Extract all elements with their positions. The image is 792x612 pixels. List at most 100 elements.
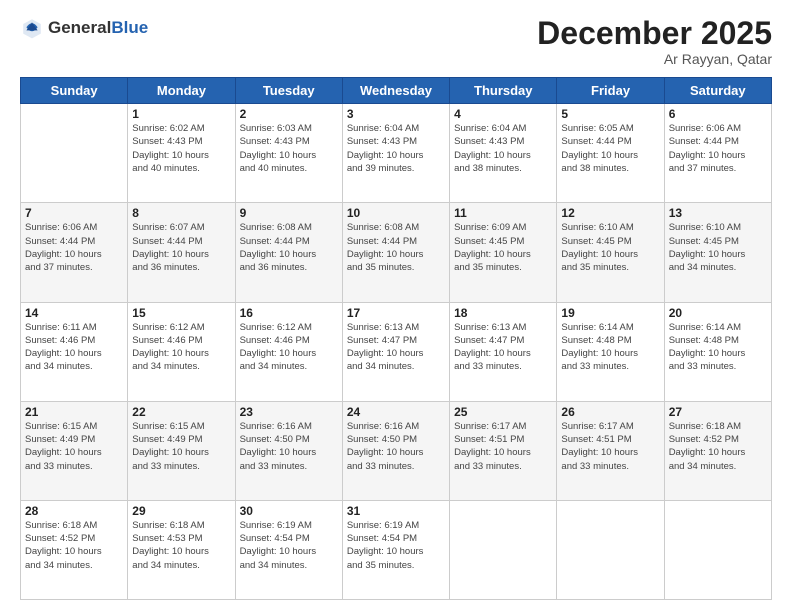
day-info: Sunrise: 6:18 AM Sunset: 4:52 PM Dayligh…	[669, 420, 767, 473]
day-number: 15	[132, 306, 230, 320]
calendar-cell: 27Sunrise: 6:18 AM Sunset: 4:52 PM Dayli…	[664, 401, 771, 500]
day-number: 25	[454, 405, 552, 419]
day-number: 7	[25, 206, 123, 220]
day-info: Sunrise: 6:13 AM Sunset: 4:47 PM Dayligh…	[454, 321, 552, 374]
calendar-cell	[450, 500, 557, 599]
day-number: 6	[669, 107, 767, 121]
calendar-cell: 25Sunrise: 6:17 AM Sunset: 4:51 PM Dayli…	[450, 401, 557, 500]
day-number: 5	[561, 107, 659, 121]
logo-icon	[20, 16, 44, 40]
col-friday: Friday	[557, 78, 664, 104]
subtitle: Ar Rayyan, Qatar	[537, 51, 772, 67]
day-info: Sunrise: 6:18 AM Sunset: 4:52 PM Dayligh…	[25, 519, 123, 572]
day-number: 26	[561, 405, 659, 419]
day-info: Sunrise: 6:13 AM Sunset: 4:47 PM Dayligh…	[347, 321, 445, 374]
header: GeneralBlue December 2025 Ar Rayyan, Qat…	[20, 16, 772, 67]
calendar-week-1: 1Sunrise: 6:02 AM Sunset: 4:43 PM Daylig…	[21, 104, 772, 203]
day-number: 19	[561, 306, 659, 320]
day-info: Sunrise: 6:06 AM Sunset: 4:44 PM Dayligh…	[25, 221, 123, 274]
day-info: Sunrise: 6:12 AM Sunset: 4:46 PM Dayligh…	[240, 321, 338, 374]
col-monday: Monday	[128, 78, 235, 104]
day-info: Sunrise: 6:14 AM Sunset: 4:48 PM Dayligh…	[669, 321, 767, 374]
col-thursday: Thursday	[450, 78, 557, 104]
day-number: 22	[132, 405, 230, 419]
day-number: 1	[132, 107, 230, 121]
calendar-header-row: Sunday Monday Tuesday Wednesday Thursday…	[21, 78, 772, 104]
month-title: December 2025	[537, 16, 772, 51]
calendar-cell: 19Sunrise: 6:14 AM Sunset: 4:48 PM Dayli…	[557, 302, 664, 401]
day-info: Sunrise: 6:17 AM Sunset: 4:51 PM Dayligh…	[454, 420, 552, 473]
day-number: 14	[25, 306, 123, 320]
day-number: 21	[25, 405, 123, 419]
col-tuesday: Tuesday	[235, 78, 342, 104]
day-number: 9	[240, 206, 338, 220]
day-number: 4	[454, 107, 552, 121]
calendar-cell: 13Sunrise: 6:10 AM Sunset: 4:45 PM Dayli…	[664, 203, 771, 302]
day-info: Sunrise: 6:05 AM Sunset: 4:44 PM Dayligh…	[561, 122, 659, 175]
day-number: 30	[240, 504, 338, 518]
calendar-cell: 20Sunrise: 6:14 AM Sunset: 4:48 PM Dayli…	[664, 302, 771, 401]
calendar-cell	[664, 500, 771, 599]
day-info: Sunrise: 6:10 AM Sunset: 4:45 PM Dayligh…	[669, 221, 767, 274]
calendar-cell: 7Sunrise: 6:06 AM Sunset: 4:44 PM Daylig…	[21, 203, 128, 302]
logo-general: General	[48, 18, 111, 37]
calendar-cell: 24Sunrise: 6:16 AM Sunset: 4:50 PM Dayli…	[342, 401, 449, 500]
calendar-cell: 9Sunrise: 6:08 AM Sunset: 4:44 PM Daylig…	[235, 203, 342, 302]
day-number: 13	[669, 206, 767, 220]
day-number: 10	[347, 206, 445, 220]
day-number: 11	[454, 206, 552, 220]
day-info: Sunrise: 6:19 AM Sunset: 4:54 PM Dayligh…	[240, 519, 338, 572]
day-number: 16	[240, 306, 338, 320]
calendar-cell: 2Sunrise: 6:03 AM Sunset: 4:43 PM Daylig…	[235, 104, 342, 203]
day-info: Sunrise: 6:04 AM Sunset: 4:43 PM Dayligh…	[454, 122, 552, 175]
day-info: Sunrise: 6:10 AM Sunset: 4:45 PM Dayligh…	[561, 221, 659, 274]
calendar-cell: 4Sunrise: 6:04 AM Sunset: 4:43 PM Daylig…	[450, 104, 557, 203]
logo-blue: Blue	[111, 18, 148, 37]
calendar-cell: 1Sunrise: 6:02 AM Sunset: 4:43 PM Daylig…	[128, 104, 235, 203]
calendar-cell: 22Sunrise: 6:15 AM Sunset: 4:49 PM Dayli…	[128, 401, 235, 500]
logo: GeneralBlue	[20, 16, 148, 40]
calendar-week-3: 14Sunrise: 6:11 AM Sunset: 4:46 PM Dayli…	[21, 302, 772, 401]
day-number: 8	[132, 206, 230, 220]
day-number: 24	[347, 405, 445, 419]
logo-text: GeneralBlue	[48, 19, 148, 38]
calendar-cell: 26Sunrise: 6:17 AM Sunset: 4:51 PM Dayli…	[557, 401, 664, 500]
calendar-cell: 5Sunrise: 6:05 AM Sunset: 4:44 PM Daylig…	[557, 104, 664, 203]
day-info: Sunrise: 6:15 AM Sunset: 4:49 PM Dayligh…	[25, 420, 123, 473]
col-sunday: Sunday	[21, 78, 128, 104]
calendar-cell: 31Sunrise: 6:19 AM Sunset: 4:54 PM Dayli…	[342, 500, 449, 599]
calendar-cell: 17Sunrise: 6:13 AM Sunset: 4:47 PM Dayli…	[342, 302, 449, 401]
day-info: Sunrise: 6:17 AM Sunset: 4:51 PM Dayligh…	[561, 420, 659, 473]
day-number: 20	[669, 306, 767, 320]
day-info: Sunrise: 6:19 AM Sunset: 4:54 PM Dayligh…	[347, 519, 445, 572]
calendar-week-4: 21Sunrise: 6:15 AM Sunset: 4:49 PM Dayli…	[21, 401, 772, 500]
day-number: 3	[347, 107, 445, 121]
day-info: Sunrise: 6:08 AM Sunset: 4:44 PM Dayligh…	[240, 221, 338, 274]
page: GeneralBlue December 2025 Ar Rayyan, Qat…	[0, 0, 792, 612]
day-number: 29	[132, 504, 230, 518]
calendar-cell: 8Sunrise: 6:07 AM Sunset: 4:44 PM Daylig…	[128, 203, 235, 302]
day-number: 18	[454, 306, 552, 320]
day-number: 17	[347, 306, 445, 320]
day-number: 27	[669, 405, 767, 419]
day-info: Sunrise: 6:12 AM Sunset: 4:46 PM Dayligh…	[132, 321, 230, 374]
title-area: December 2025 Ar Rayyan, Qatar	[537, 16, 772, 67]
day-number: 31	[347, 504, 445, 518]
calendar-cell: 6Sunrise: 6:06 AM Sunset: 4:44 PM Daylig…	[664, 104, 771, 203]
calendar-cell	[557, 500, 664, 599]
day-info: Sunrise: 6:08 AM Sunset: 4:44 PM Dayligh…	[347, 221, 445, 274]
day-number: 2	[240, 107, 338, 121]
calendar-cell: 10Sunrise: 6:08 AM Sunset: 4:44 PM Dayli…	[342, 203, 449, 302]
calendar-cell: 30Sunrise: 6:19 AM Sunset: 4:54 PM Dayli…	[235, 500, 342, 599]
calendar-cell: 3Sunrise: 6:04 AM Sunset: 4:43 PM Daylig…	[342, 104, 449, 203]
day-info: Sunrise: 6:04 AM Sunset: 4:43 PM Dayligh…	[347, 122, 445, 175]
calendar-cell: 15Sunrise: 6:12 AM Sunset: 4:46 PM Dayli…	[128, 302, 235, 401]
day-info: Sunrise: 6:06 AM Sunset: 4:44 PM Dayligh…	[669, 122, 767, 175]
calendar-cell: 21Sunrise: 6:15 AM Sunset: 4:49 PM Dayli…	[21, 401, 128, 500]
day-info: Sunrise: 6:15 AM Sunset: 4:49 PM Dayligh…	[132, 420, 230, 473]
calendar-week-2: 7Sunrise: 6:06 AM Sunset: 4:44 PM Daylig…	[21, 203, 772, 302]
day-number: 23	[240, 405, 338, 419]
col-saturday: Saturday	[664, 78, 771, 104]
calendar-week-5: 28Sunrise: 6:18 AM Sunset: 4:52 PM Dayli…	[21, 500, 772, 599]
calendar: Sunday Monday Tuesday Wednesday Thursday…	[20, 77, 772, 600]
